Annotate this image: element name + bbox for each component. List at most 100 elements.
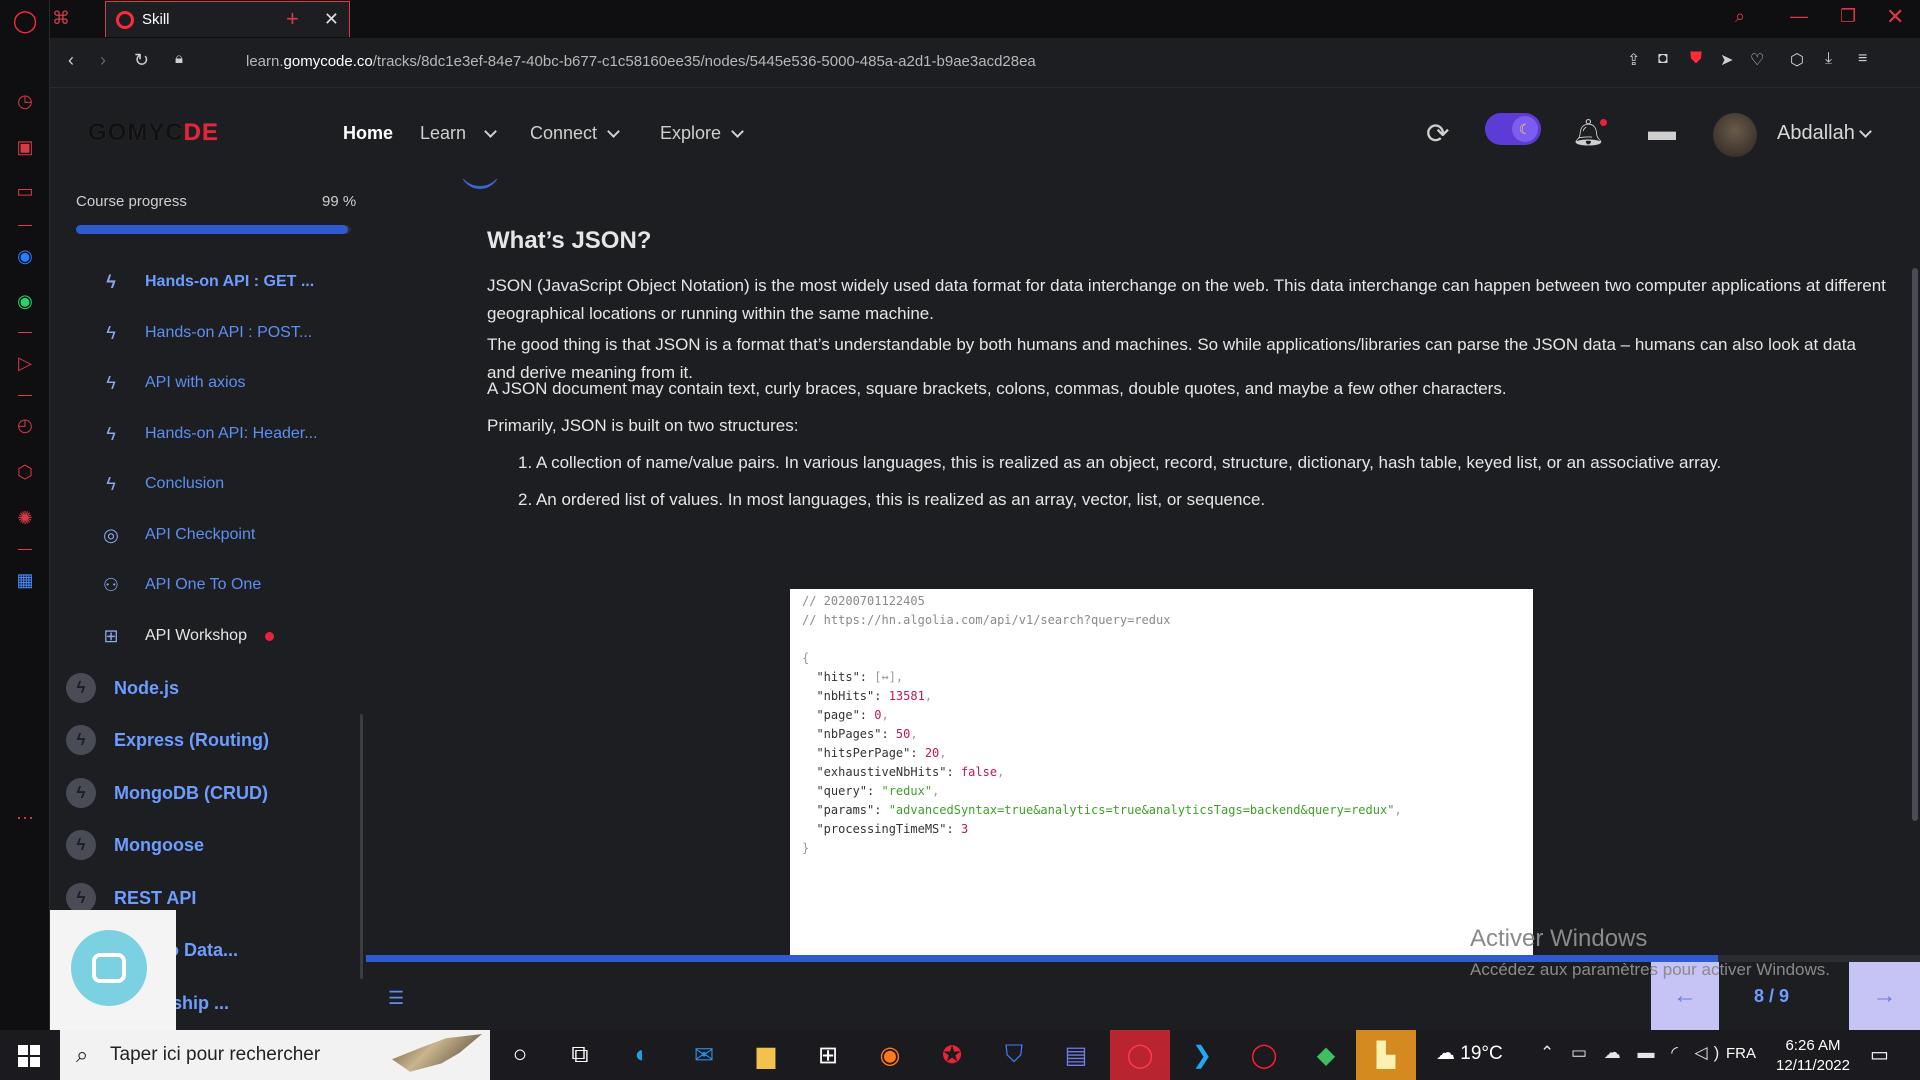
module-item[interactable]: ϟ Node.js bbox=[50, 666, 350, 710]
module-item[interactable]: ϟ Express (Routing) bbox=[50, 718, 350, 762]
close-window-icon[interactable]: ✕ bbox=[1886, 4, 1904, 30]
opera-icon[interactable]: ◯ bbox=[1234, 1030, 1294, 1080]
taskbar-search[interactable]: ⌕ Taper ici pour rechercher bbox=[60, 1030, 490, 1080]
back-icon[interactable]: ‹ bbox=[68, 50, 74, 71]
history-icon[interactable]: ◴ bbox=[12, 412, 38, 438]
module-label: Node.js bbox=[114, 677, 180, 698]
antivirus-icon[interactable]: ✪ bbox=[922, 1030, 982, 1080]
cube-icon[interactable]: ⬡ bbox=[1790, 50, 1804, 70]
file-explorer-icon[interactable]: ▆ bbox=[736, 1030, 796, 1080]
lesson-item[interactable]: ϟ Conclusion bbox=[50, 464, 350, 504]
course-progress-bar bbox=[76, 225, 351, 234]
mail-icon[interactable]: ✉ bbox=[674, 1030, 734, 1080]
language-indicator[interactable]: FRA bbox=[1726, 1045, 1756, 1062]
task-view-icon[interactable]: ⧉ bbox=[550, 1030, 610, 1080]
teams-icon[interactable]: ▤ bbox=[1046, 1030, 1106, 1080]
code-value: false bbox=[960, 765, 998, 779]
code-line: "hits": [↔], bbox=[802, 670, 903, 684]
windows-start-icon[interactable] bbox=[18, 1045, 40, 1067]
lesson-item[interactable]: ϟ API with axios bbox=[50, 363, 350, 403]
minimize-icon[interactable]: — bbox=[1790, 6, 1808, 27]
reload-icon[interactable]: ↻ bbox=[134, 50, 149, 71]
opera-logo-icon[interactable]: ◯ bbox=[12, 8, 38, 34]
shield-app-icon[interactable]: ⛉ bbox=[984, 1030, 1044, 1080]
module-item[interactable]: ϟ MongoDB (CRUD) bbox=[50, 771, 350, 815]
clock[interactable]: 6:26 AM 12/11/2022 bbox=[1773, 1036, 1853, 1076]
download-icon[interactable]: ⤓ bbox=[1825, 50, 1832, 68]
git-icon[interactable]: ◆ bbox=[1296, 1030, 1356, 1080]
dark-mode-toggle[interactable]: ☾ bbox=[1485, 113, 1541, 145]
nav-home[interactable]: Home bbox=[343, 123, 393, 144]
lesson-item[interactable]: ϟ Hands-on API : POST... bbox=[50, 313, 350, 353]
notification-center-icon[interactable]: ▭ bbox=[1870, 1042, 1889, 1067]
tab-skill[interactable]: Skill ✕ bbox=[105, 1, 350, 37]
player-icon[interactable]: ▷ bbox=[12, 350, 38, 376]
game-controller-icon[interactable]: ⌘ bbox=[52, 8, 70, 29]
bolt-icon: ϟ bbox=[106, 423, 116, 444]
tray-icons[interactable]: ⌃ ▭ ☁ ▬ ◜ ◁) bbox=[1540, 1043, 1725, 1063]
camera-icon[interactable]: ◘ bbox=[1658, 50, 1668, 68]
adblock-shield-icon[interactable]: ⛊ bbox=[1690, 50, 1702, 68]
heart-icon[interactable]: ♡ bbox=[1750, 50, 1764, 70]
extensions-icon[interactable]: ⬡ bbox=[12, 459, 38, 485]
nav-explore[interactable]: Explore bbox=[660, 123, 744, 144]
close-tab-icon[interactable]: ✕ bbox=[324, 9, 339, 30]
twitch-icon[interactable]: ▭ bbox=[12, 178, 38, 204]
course-progress-fill bbox=[76, 225, 349, 234]
workshop-icon: ⊞ bbox=[103, 625, 119, 646]
lesson-item[interactable]: ⚇ API One To One bbox=[50, 565, 350, 605]
next-page-button[interactable]: → bbox=[1849, 962, 1920, 1030]
address-bar: ‹ › ↻ 🔒︎ learn.gomycode.co/tracks/8dc1e3… bbox=[50, 38, 1920, 88]
table-of-contents-icon[interactable]: ☰ bbox=[388, 988, 404, 1009]
code-brace: } bbox=[802, 841, 810, 855]
messenger-icon[interactable]: ◉ bbox=[12, 243, 38, 269]
vscode-icon[interactable]: ❯ bbox=[1172, 1030, 1232, 1080]
chevron-down-icon bbox=[607, 125, 620, 138]
content-scrollbar[interactable] bbox=[1912, 268, 1918, 821]
weather-temp: 19°C bbox=[1460, 1043, 1503, 1064]
code-value[interactable]: [↔], bbox=[874, 670, 903, 684]
user-menu[interactable]: Abdallah bbox=[1777, 122, 1872, 145]
lesson-item[interactable]: ϟ Hands-on API : GET ... bbox=[50, 262, 350, 302]
chat-bubble-icon[interactable] bbox=[71, 930, 147, 1006]
url-field[interactable]: learn.gomycode.co/tracks/8dc1e3ef-84e7-4… bbox=[246, 53, 1036, 70]
nav-connect[interactable]: Connect bbox=[530, 123, 620, 144]
new-tab-icon[interactable]: + bbox=[286, 6, 299, 32]
settings-gear-icon[interactable]: ✺ bbox=[12, 505, 38, 531]
code-key: "query": bbox=[802, 784, 882, 798]
messages-icon[interactable]: ▬ bbox=[1648, 115, 1676, 147]
edge-icon[interactable]: ◐ bbox=[612, 1030, 672, 1080]
weather-widget[interactable]: ☁ 19°C bbox=[1436, 1042, 1503, 1065]
forward-icon[interactable]: › bbox=[100, 50, 106, 71]
briefcase-icon[interactable]: ▣ bbox=[12, 134, 38, 160]
send-icon[interactable]: ➤ bbox=[1720, 50, 1733, 70]
easy-setup-icon[interactable]: ≡ bbox=[1858, 50, 1867, 68]
folder-app-icon[interactable]: ▙ bbox=[1356, 1030, 1416, 1080]
lesson-item[interactable]: ◎ API Checkpoint bbox=[50, 515, 350, 555]
opera-gx-icon[interactable]: ◯ bbox=[1110, 1030, 1170, 1080]
sync-icon[interactable]: ⟳ bbox=[1426, 117, 1449, 150]
share-icon[interactable]: ⇪ bbox=[1627, 50, 1640, 70]
module-item[interactable]: ϟ Mongoose bbox=[50, 823, 350, 867]
paragraph: JSON (JavaScript Object Notation) is the… bbox=[487, 276, 1886, 323]
speed-dial-icon[interactable]: ◷ bbox=[12, 88, 38, 114]
avatar[interactable] bbox=[1713, 113, 1757, 157]
firefox-icon[interactable]: ◉ bbox=[860, 1030, 920, 1080]
bolt-icon: ϟ bbox=[66, 725, 96, 755]
more-dots-icon[interactable]: ⋯ bbox=[12, 805, 38, 831]
translate-icon[interactable]: ▦ bbox=[12, 567, 38, 593]
gomycode-logo[interactable]: GOMYCDE bbox=[88, 119, 219, 147]
cortana-icon[interactable]: ○ bbox=[490, 1030, 550, 1080]
search-tabs-icon[interactable]: ⌕ bbox=[1735, 6, 1745, 27]
store-icon[interactable]: ⊞ bbox=[798, 1030, 858, 1080]
restore-icon[interactable]: ❐ bbox=[1840, 6, 1856, 27]
nav-learn[interactable]: Learn bbox=[420, 123, 497, 144]
search-highlight-image bbox=[392, 1034, 482, 1072]
code-comment: // https://hn.algolia.com/api/v1/search?… bbox=[802, 613, 1171, 627]
whatsapp-icon[interactable]: ◉ bbox=[12, 288, 38, 314]
lesson-content: What’s JSON? JSON (JavaScript Object Not… bbox=[368, 179, 1903, 958]
lesson-item[interactable]: ϟ Hands-on API: Header... bbox=[50, 414, 350, 454]
sidebar-scrollbar[interactable] bbox=[360, 714, 363, 979]
lesson-item[interactable]: ⊞ API Workshop bbox=[50, 616, 350, 656]
code-line: "processingTimeMS": 3 bbox=[802, 822, 968, 836]
